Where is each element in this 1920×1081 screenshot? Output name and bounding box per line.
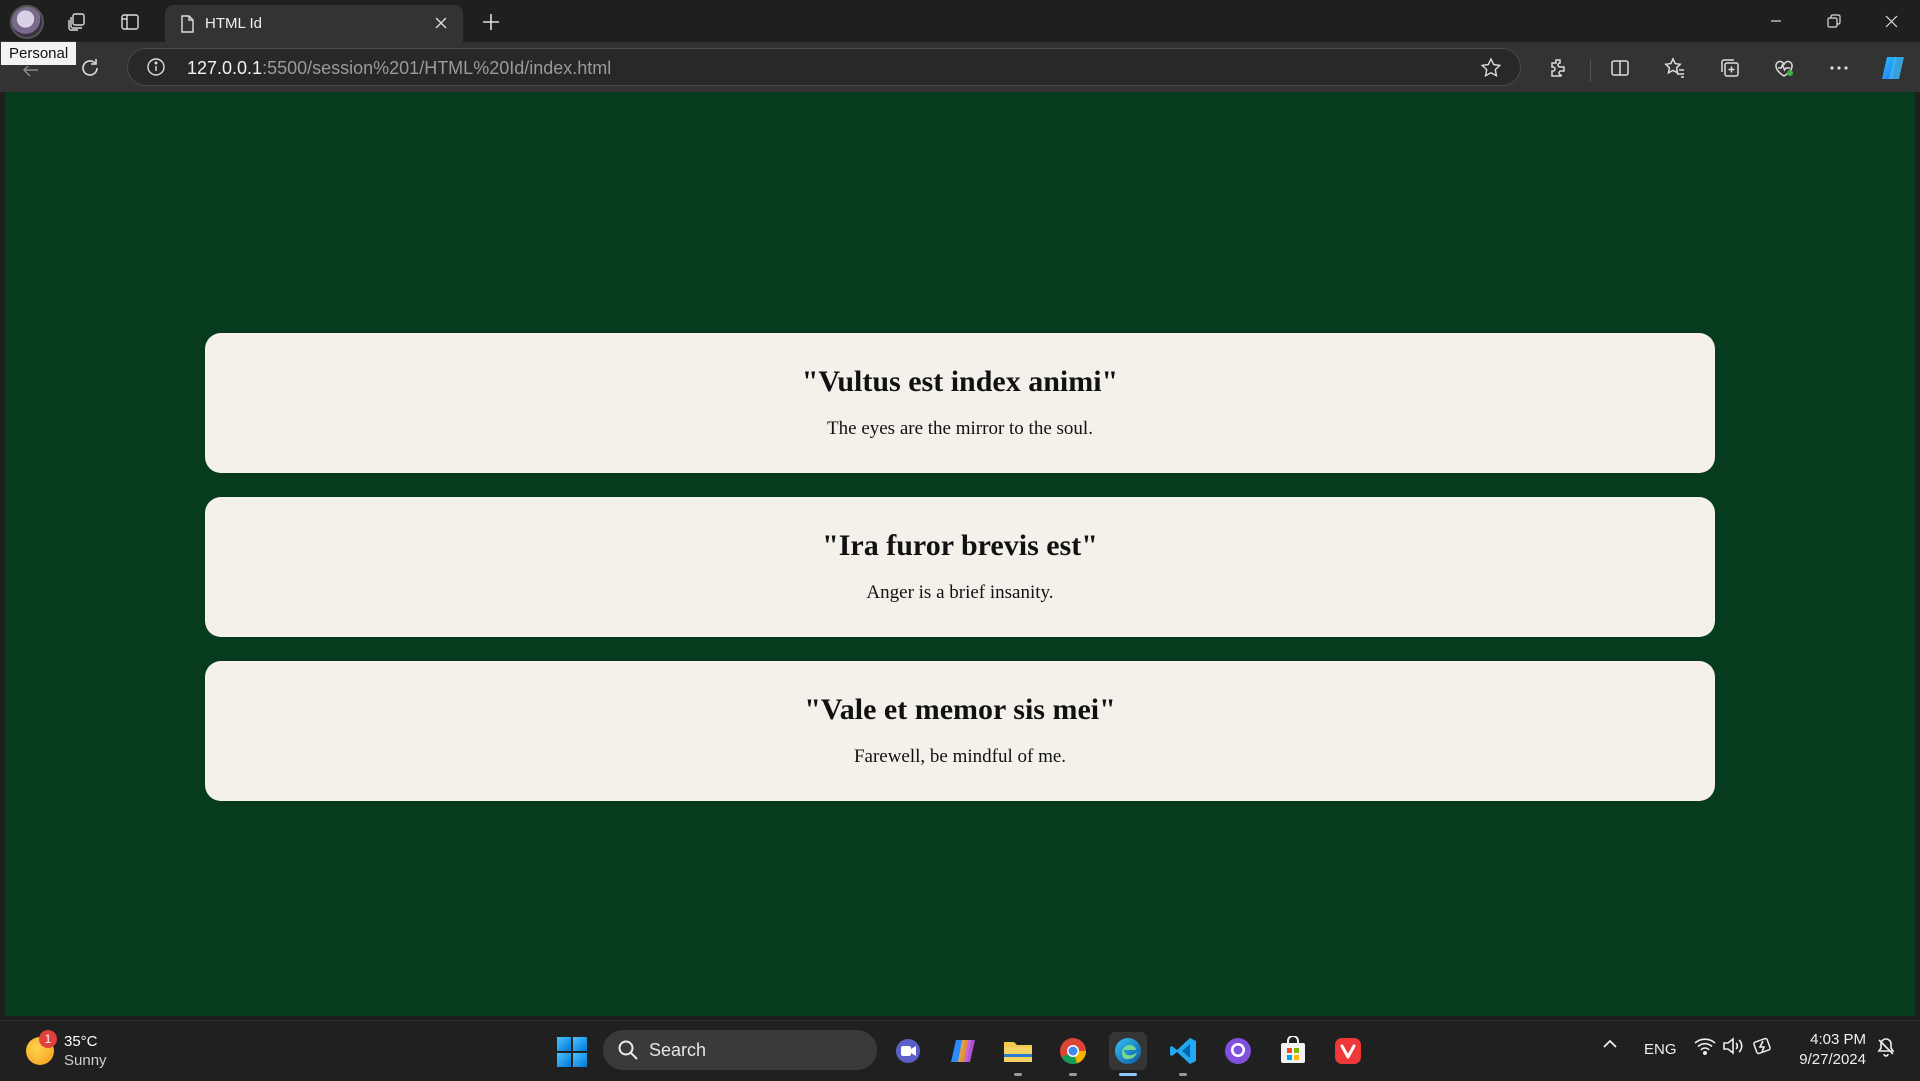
active-indicator	[1119, 1073, 1137, 1076]
minimize-button[interactable]	[1747, 0, 1805, 42]
taskbar-search[interactable]: Search	[603, 1030, 877, 1070]
favorite-star-icon[interactable]	[1480, 57, 1502, 84]
language-indicator[interactable]: ENG	[1644, 1041, 1677, 1058]
start-button[interactable]	[557, 1037, 587, 1067]
quote-heading: "Vale et memor sis mei"	[804, 693, 1116, 726]
collections-icon[interactable]	[1716, 54, 1744, 82]
restore-button[interactable]	[1805, 0, 1863, 42]
vscode-icon[interactable]	[1164, 1032, 1202, 1076]
url-text[interactable]: 127.0.0.1:5500/session%201/HTML%20Id/ind…	[187, 58, 611, 79]
browser-toolbar: 127.0.0.1:5500/session%201/HTML%20Id/ind…	[0, 42, 1920, 92]
clock-date: 9/27/2024	[1799, 1051, 1866, 1068]
teams-icon[interactable]	[889, 1032, 927, 1070]
volume-icon[interactable]	[1722, 1037, 1744, 1059]
address-bar[interactable]: 127.0.0.1:5500/session%201/HTML%20Id/ind…	[127, 48, 1521, 86]
toolbar-separator	[1590, 60, 1591, 82]
clock-time: 4:03 PM	[1810, 1031, 1866, 1048]
url-path: :5500/session%201/HTML%20Id/index.html	[262, 58, 612, 78]
show-hidden-icons-chevron[interactable]	[1601, 1035, 1619, 1057]
profile-tooltip: Personal	[0, 41, 78, 66]
running-indicator	[1014, 1073, 1022, 1076]
page-viewport: "Vultus est index animi" The eyes are th…	[5, 92, 1915, 1016]
split-screen-icon[interactable]	[1606, 54, 1634, 82]
wifi-icon[interactable]	[1694, 1037, 1716, 1059]
weather-description: Sunny	[64, 1052, 107, 1069]
running-indicator	[1179, 1073, 1187, 1076]
system-clock[interactable]: 4:03 PM 9/27/2024	[1792, 1030, 1866, 1070]
tab-html-id[interactable]: HTML Id	[165, 5, 463, 42]
profile-avatar[interactable]	[10, 5, 44, 39]
quote-heading: "Ira furor brevis est"	[822, 529, 1098, 562]
favorites-icon[interactable]	[1661, 54, 1689, 82]
quote-translation: Farewell, be mindful of me.	[853, 746, 1067, 767]
quote-card: "Vultus est index animi" The eyes are th…	[205, 333, 1715, 473]
url-host: 127.0.0.1	[187, 58, 263, 78]
windows-taskbar: 1 35°C Sunny Search ENG 4:03 PM 9/27/202…	[0, 1020, 1920, 1081]
vivaldi-icon[interactable]	[1329, 1032, 1367, 1070]
notifications-bell-icon[interactable]	[1876, 1037, 1896, 1061]
page-icon	[179, 15, 195, 38]
tab-title: HTML Id	[205, 15, 262, 32]
quote-card: "Ira furor brevis est" Anger is a brief …	[205, 497, 1715, 637]
site-info-icon[interactable]	[146, 57, 166, 82]
search-label: Search	[649, 1040, 707, 1060]
quote-translation: Anger is a brief insanity.	[866, 582, 1054, 603]
vertical-tabs-icon[interactable]	[117, 9, 143, 35]
search-icon	[617, 1039, 639, 1066]
refresh-icon[interactable]	[76, 54, 104, 82]
copilot-app-icon[interactable]	[944, 1032, 982, 1070]
browser-essentials-icon[interactable]	[1770, 54, 1798, 82]
file-explorer-icon[interactable]	[999, 1032, 1037, 1076]
copilot-icon[interactable]	[1877, 52, 1909, 84]
edge-icon[interactable]	[1109, 1032, 1147, 1076]
notification-badge: 1	[39, 1030, 57, 1048]
close-tab-icon[interactable]	[429, 11, 453, 35]
running-indicator	[1069, 1073, 1077, 1076]
github-icon[interactable]	[1219, 1032, 1257, 1070]
browser-title-bar: Personal HTML Id	[0, 0, 1920, 66]
weather-temperature: 35°C	[64, 1033, 98, 1050]
quote-translation: The eyes are the mirror to the soul.	[827, 418, 1093, 439]
chrome-icon[interactable]	[1054, 1032, 1092, 1076]
quote-card: "Vale et memor sis mei" Farewell, be min…	[205, 661, 1715, 801]
close-window-button[interactable]	[1862, 0, 1920, 42]
new-tab-button[interactable]	[478, 9, 504, 35]
workspaces-icon[interactable]	[64, 9, 90, 35]
quote-heading: "Vultus est index animi"	[801, 365, 1119, 398]
more-options-icon[interactable]	[1825, 54, 1853, 82]
extensions-icon[interactable]	[1545, 54, 1573, 82]
battery-charging-icon[interactable]	[1752, 1037, 1774, 1059]
microsoft-store-icon[interactable]	[1274, 1032, 1312, 1070]
